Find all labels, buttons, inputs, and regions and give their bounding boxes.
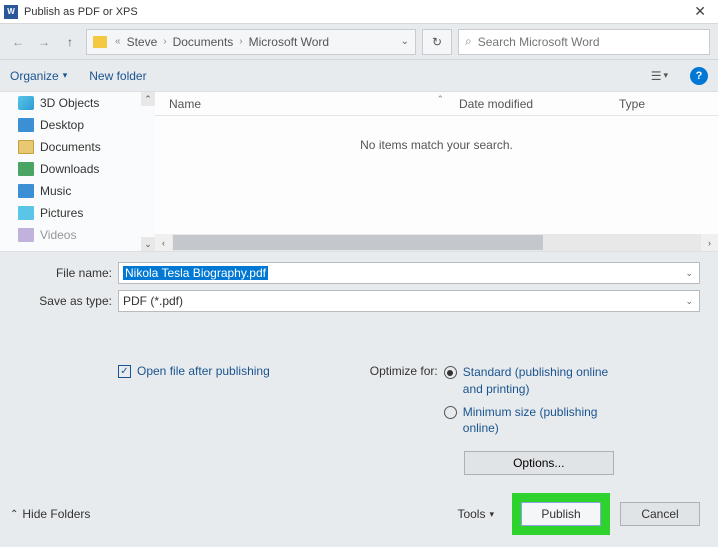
sort-indicator-icon: ⌃ xyxy=(437,94,445,105)
publish-button[interactable]: Publish xyxy=(521,502,601,526)
column-type[interactable]: Type xyxy=(619,97,718,111)
search-input[interactable] xyxy=(478,35,703,49)
sidebar-item-pictures[interactable]: Pictures xyxy=(0,202,155,224)
new-folder-button[interactable]: New folder xyxy=(89,69,146,83)
window-title: Publish as PDF or XPS xyxy=(24,6,686,18)
scrollbar-thumb[interactable] xyxy=(173,235,543,250)
sidebar-item-3d-objects[interactable]: 3D Objects xyxy=(0,92,155,114)
scroll-left-icon[interactable]: ‹ xyxy=(155,234,172,251)
chevron-up-icon: ⌃ xyxy=(10,509,18,520)
address-dropdown-icon[interactable]: ⌄ xyxy=(401,36,409,47)
footer: ⌃ Hide Folders Tools ▾ Publish Cancel xyxy=(0,485,718,547)
list-view-icon: ☰ xyxy=(651,69,662,83)
organize-menu[interactable]: Organize▾ xyxy=(10,69,67,83)
videos-icon xyxy=(18,228,34,242)
close-button[interactable]: ✕ xyxy=(686,1,714,22)
savetype-label: Save as type: xyxy=(18,294,118,308)
scroll-right-icon[interactable]: › xyxy=(701,234,718,251)
options-button[interactable]: Options... xyxy=(464,451,614,475)
nav-bar: ← → ↑ « Steve › Documents › Microsoft Wo… xyxy=(0,24,718,60)
sidebar: ⌃ 3D Objects Desktop Documents Downloads… xyxy=(0,92,155,251)
view-options-button[interactable]: ☰▾ xyxy=(651,69,668,83)
word-app-icon: W xyxy=(4,5,18,19)
radio-standard[interactable]: Standard (publishing online and printing… xyxy=(444,364,614,398)
checkbox-icon: ✓ xyxy=(118,365,131,378)
back-button[interactable]: ← xyxy=(8,32,28,52)
file-list: ⌃ Name Date modified Type No items match… xyxy=(155,92,718,251)
folder-icon xyxy=(93,36,107,48)
address-bar[interactable]: « Steve › Documents › Microsoft Word ⌄ xyxy=(86,29,416,55)
forward-button: → xyxy=(34,32,54,52)
desktop-icon xyxy=(18,118,34,132)
radio-checked-icon xyxy=(444,366,457,379)
savetype-value: PDF (*.pdf) xyxy=(123,294,183,308)
music-icon xyxy=(18,184,34,198)
column-headers: ⌃ Name Date modified Type xyxy=(155,92,718,116)
options-area: ✓ Open file after publishing Optimize fo… xyxy=(0,326,718,485)
breadcrumb-item[interactable]: Documents xyxy=(171,35,236,49)
sidebar-scroll-down[interactable]: ⌄ xyxy=(141,237,155,251)
hide-folders-button[interactable]: ⌃ Hide Folders xyxy=(10,507,90,521)
documents-icon xyxy=(18,140,34,154)
empty-message: No items match your search. xyxy=(155,116,718,234)
downloads-icon xyxy=(18,162,34,176)
chevron-down-icon[interactable]: ⌄ xyxy=(685,296,693,307)
column-date[interactable]: Date modified xyxy=(459,97,619,111)
radio-unchecked-icon xyxy=(444,406,457,419)
chevron-right-icon: › xyxy=(159,36,170,47)
chevron-down-icon: ▾ xyxy=(489,509,494,520)
chevron-right-icon: › xyxy=(235,36,246,47)
search-box[interactable]: ⌕ xyxy=(458,29,710,55)
horizontal-scrollbar[interactable]: ‹ › xyxy=(155,234,718,251)
filename-input[interactable]: Nikola Tesla Biography.pdf ⌄ xyxy=(118,262,700,284)
titlebar: W Publish as PDF or XPS ✕ xyxy=(0,0,718,24)
up-button[interactable]: ↑ xyxy=(60,32,80,52)
filename-label: File name: xyxy=(18,266,118,280)
breadcrumb-item[interactable]: Microsoft Word xyxy=(247,35,331,49)
pictures-icon xyxy=(18,206,34,220)
sidebar-item-downloads[interactable]: Downloads xyxy=(0,158,155,180)
radio-minimum[interactable]: Minimum size (publishing online) xyxy=(444,404,614,438)
chevron-down-icon[interactable]: ⌄ xyxy=(685,268,693,279)
breadcrumb-sep: « xyxy=(111,36,125,47)
tools-menu[interactable]: Tools ▾ xyxy=(457,507,494,521)
search-icon: ⌕ xyxy=(465,34,472,49)
cube-icon xyxy=(18,96,34,110)
column-name[interactable]: Name xyxy=(169,97,459,111)
open-after-checkbox[interactable]: ✓ Open file after publishing xyxy=(118,364,270,378)
help-button[interactable]: ? xyxy=(690,67,708,85)
filename-value[interactable]: Nikola Tesla Biography.pdf xyxy=(123,266,268,280)
sidebar-item-music[interactable]: Music xyxy=(0,180,155,202)
sidebar-item-documents[interactable]: Documents xyxy=(0,136,155,158)
sidebar-item-desktop[interactable]: Desktop xyxy=(0,114,155,136)
publish-highlight: Publish xyxy=(512,493,610,535)
refresh-button[interactable]: ↻ xyxy=(422,29,452,55)
optimize-label: Optimize for: xyxy=(370,364,438,378)
sidebar-item-videos[interactable]: Videos xyxy=(0,224,155,246)
cancel-button[interactable]: Cancel xyxy=(620,502,700,526)
breadcrumb-item[interactable]: Steve xyxy=(125,35,160,49)
form-area: File name: Nikola Tesla Biography.pdf ⌄ … xyxy=(0,252,718,326)
chevron-down-icon: ▾ xyxy=(63,70,68,81)
toolbar: Organize▾ New folder ☰▾ ? xyxy=(0,60,718,92)
sidebar-scroll-up[interactable]: ⌃ xyxy=(141,92,155,106)
savetype-select[interactable]: PDF (*.pdf) ⌄ xyxy=(118,290,700,312)
